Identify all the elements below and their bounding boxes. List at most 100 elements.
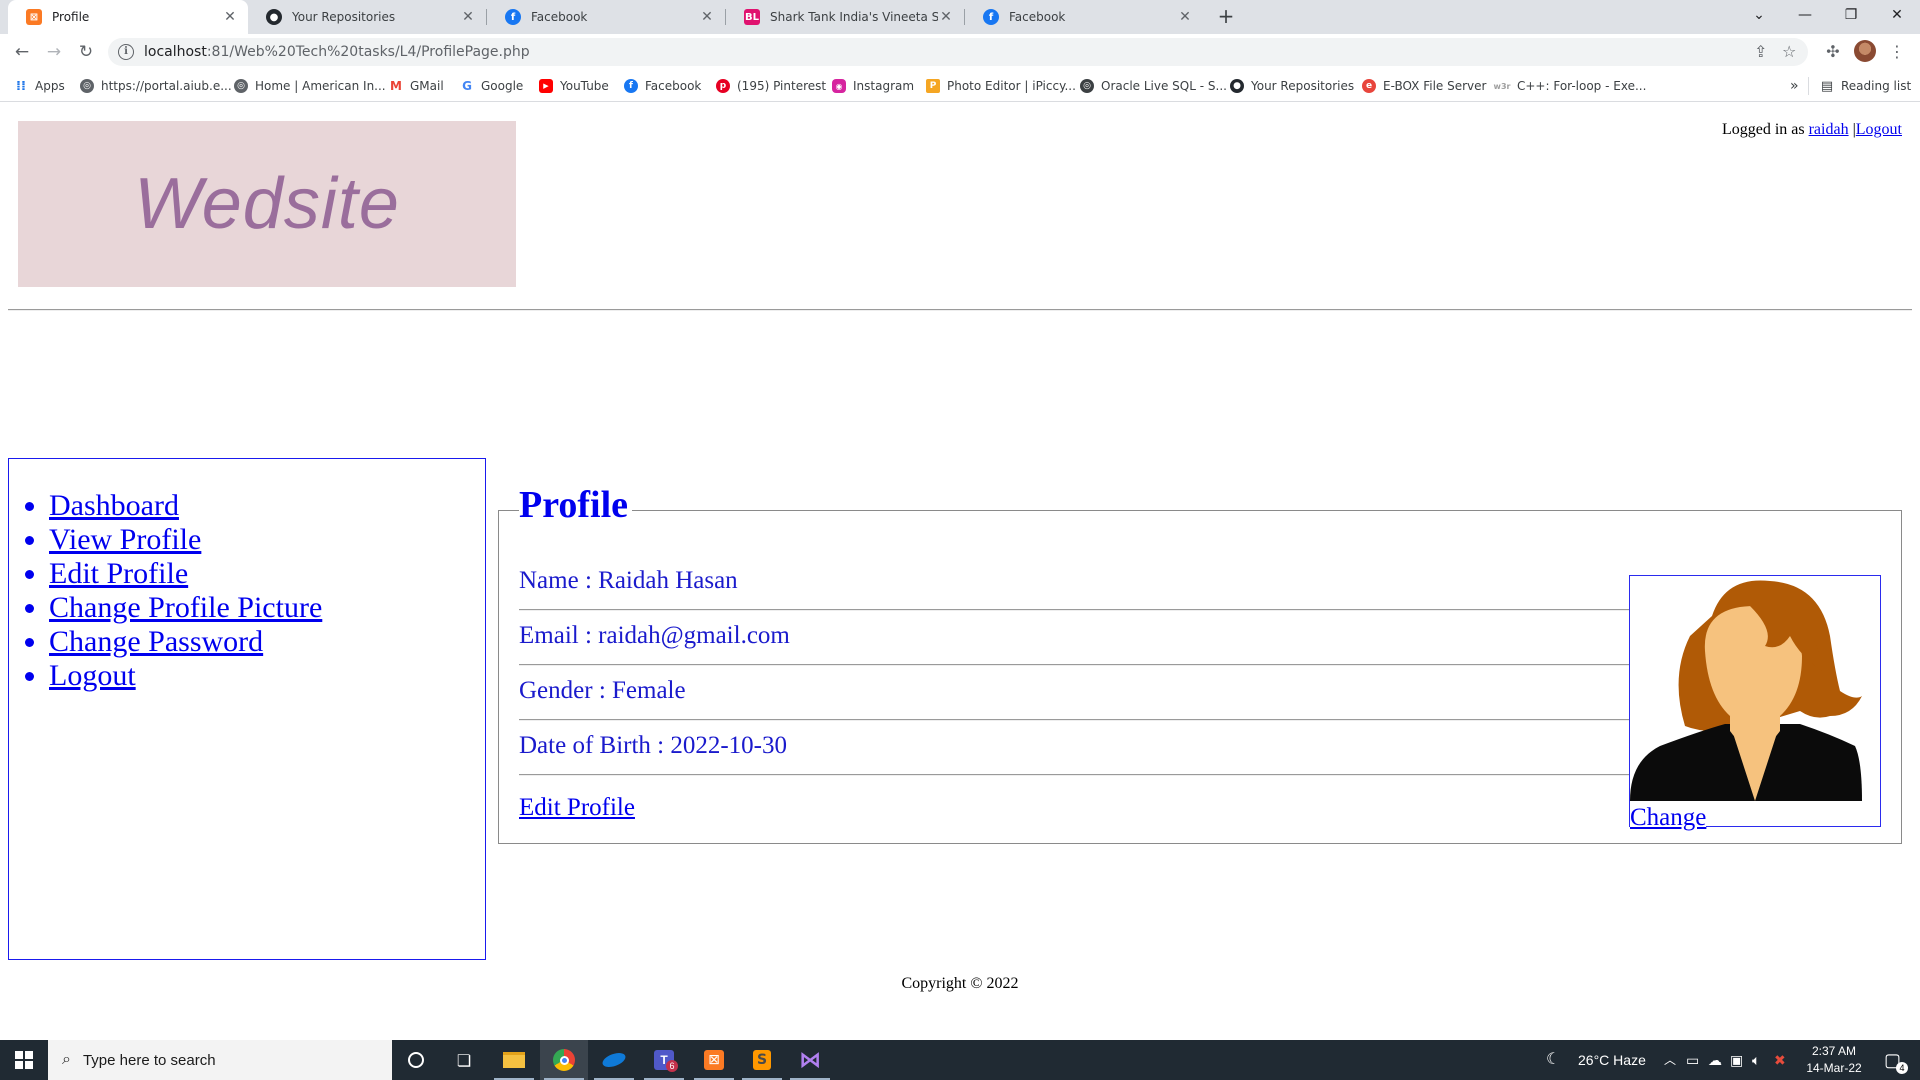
minimize-button[interactable]: —	[1782, 0, 1828, 34]
bookmark-apps[interactable]: ⁞⁞ Apps	[14, 77, 65, 95]
github-icon: ●	[1230, 79, 1244, 93]
bookmark-instagram[interactable]: ◉ Instagram	[832, 77, 914, 95]
volume-icon[interactable]: 🔈︎	[1752, 1040, 1760, 1080]
bookmark-ebox[interactable]: e E-BOX File Server	[1362, 77, 1486, 95]
bookmark-google[interactable]: G Google	[460, 77, 523, 95]
bookmark-label: Google	[481, 79, 524, 93]
tab-facebook-2[interactable]: f Facebook ✕	[965, 0, 1203, 34]
close-window-button[interactable]: ✕	[1874, 0, 1920, 34]
bookmark-youtube[interactable]: ▶ YouTube	[539, 77, 609, 95]
bookmark-ipiccy[interactable]: P Photo Editor | iPiccy...	[926, 77, 1076, 95]
tab-shark-tank[interactable]: BL Shark Tank India's Vineeta Singh ✕	[726, 0, 964, 34]
close-icon[interactable]: ✕	[222, 9, 238, 25]
bookmark-oracle-live-sql[interactable]: ◎ Oracle Live SQL - S...	[1080, 77, 1227, 95]
nav-item: Change Password	[49, 625, 485, 659]
login-status: Logged in as raidah |Logout	[1722, 121, 1902, 139]
notification-icon[interactable]: ▢	[1884, 1040, 1901, 1080]
clock-time: 2:37 AM	[1811, 1044, 1857, 1058]
bookmark-facebook[interactable]: f Facebook	[624, 77, 701, 95]
maximize-button[interactable]: ❐	[1828, 0, 1874, 34]
taskbar-search[interactable]: ⌕ Type here to search	[48, 1040, 392, 1080]
nav-change-password[interactable]: Change Password	[49, 625, 263, 658]
taskbar-clock[interactable]: 2:37 AM 14-Mar-22	[1792, 1043, 1876, 1077]
bookmark-portal-aiub[interactable]: ◎ https://portal.aiub.e...	[80, 77, 232, 95]
gmail-icon: M	[390, 79, 402, 93]
xampp-button[interactable]: ⊠	[690, 1040, 738, 1080]
extensions-puzzle-icon[interactable]: ✣	[1822, 41, 1844, 63]
profile-avatar[interactable]	[1854, 40, 1876, 62]
tab-title: Facebook	[1009, 10, 1066, 24]
task-view-button[interactable]: ❏	[440, 1040, 488, 1080]
bookmark-pinterest[interactable]: p (195) Pinterest	[716, 77, 826, 95]
site-info-icon[interactable]: i	[118, 44, 134, 60]
close-icon[interactable]: ✕	[699, 9, 715, 25]
visual-studio-button[interactable]: ⋈	[786, 1040, 834, 1080]
globe-icon: ◎	[234, 79, 248, 93]
file-explorer-button[interactable]	[490, 1040, 538, 1080]
bookmark-american-in[interactable]: ◎ Home | American In...	[234, 77, 386, 95]
tab-title: Profile	[52, 10, 90, 24]
bookmarks-overflow-button[interactable]: »	[1790, 77, 1799, 95]
back-button[interactable]: ←	[8, 39, 36, 65]
bookmarks-divider	[1808, 77, 1809, 95]
teams-button[interactable]: T 6	[640, 1040, 688, 1080]
tab-your-repositories[interactable]: ● Your Repositories ✕	[248, 0, 486, 34]
apps-grid-icon: ⁞⁞	[16, 78, 26, 94]
task-view-icon: ❏	[456, 1050, 472, 1070]
network-icon[interactable]: ▣	[1730, 1040, 1743, 1080]
nav-edit-profile[interactable]: Edit Profile	[49, 557, 188, 590]
reload-button[interactable]: ↻	[72, 39, 100, 65]
login-prefix: Logged in as	[1721, 121, 1809, 138]
url-path: :81/Web%20Tech%20tasks/L4/ProfilePage.ph…	[206, 44, 530, 60]
tab-profile[interactable]: ⊠ Profile ✕	[8, 0, 248, 34]
profile-fieldset: Profile Name : Raidah Hasan Email : raid…	[498, 483, 1902, 844]
chrome-button[interactable]	[540, 1040, 588, 1080]
security-icon[interactable]: ✖	[1774, 1040, 1786, 1080]
new-tab-button[interactable]: +	[1214, 5, 1238, 29]
start-button[interactable]	[0, 1040, 48, 1080]
app-blue-icon	[600, 1050, 628, 1070]
weather-status[interactable]: 26°C Haze	[1578, 1040, 1646, 1080]
bookmark-label: (195) Pinterest	[737, 79, 827, 93]
tab-title: Facebook	[531, 10, 588, 24]
bookmark-label: Home | American In...	[255, 79, 386, 93]
tab-title: Your Repositories	[292, 10, 396, 24]
bookmark-label: Photo Editor | iPiccy...	[947, 79, 1076, 93]
bookmark-star-icon[interactable]: ☆	[1782, 42, 1796, 61]
profile-avatar-image	[1630, 580, 1862, 801]
nav-dashboard[interactable]: Dashboard	[49, 489, 179, 522]
bookmark-your-repositories[interactable]: ● Your Repositories	[1230, 77, 1354, 95]
close-icon[interactable]: ✕	[938, 9, 954, 25]
forward-button[interactable]: →	[40, 39, 68, 65]
nav-change-profile-picture[interactable]: Change Profile Picture	[49, 591, 322, 624]
tab-facebook[interactable]: f Facebook ✕	[487, 0, 725, 34]
profile-picture-box: Change	[1629, 575, 1881, 832]
change-picture-link[interactable]: Change	[1630, 804, 1707, 832]
share-icon[interactable]: ⇪	[1754, 42, 1767, 61]
tab-title: Shark Tank India's Vineeta Singh	[770, 10, 938, 24]
bookmark-cpp-forloop[interactable]: w3r C++: For-loop - Exe...	[1494, 77, 1647, 95]
cortana-button[interactable]	[392, 1040, 440, 1080]
sublime-button[interactable]: S	[738, 1040, 786, 1080]
menu-kebab-icon[interactable]: ⋮	[1886, 41, 1908, 63]
bookmark-label: E-BOX File Server	[1383, 79, 1487, 93]
username-link[interactable]: raidah	[1809, 121, 1849, 138]
nav-item: Edit Profile	[49, 557, 485, 591]
sublime-text-icon: S	[753, 1050, 771, 1070]
nav-logout[interactable]: Logout	[49, 659, 136, 692]
logout-link[interactable]: Logout	[1856, 121, 1902, 138]
edge-app-button[interactable]	[590, 1040, 638, 1080]
row-divider	[519, 609, 1629, 611]
close-icon[interactable]: ✕	[460, 9, 476, 25]
device-icon[interactable]: ▭	[1686, 1040, 1699, 1080]
reading-list-button[interactable]: ▤ Reading list	[1820, 77, 1911, 95]
edit-profile-link[interactable]: Edit Profile	[519, 794, 635, 822]
bookmark-label: Your Repositories	[1251, 79, 1355, 93]
close-icon[interactable]: ✕	[1177, 9, 1193, 25]
onedrive-cloud-icon[interactable]: ☁	[1708, 1040, 1722, 1080]
bookmark-gmail[interactable]: M GMail	[389, 77, 444, 95]
tab-search-button[interactable]: ⌄	[1736, 0, 1782, 34]
nav-view-profile[interactable]: View Profile	[49, 523, 201, 556]
address-bar[interactable]: i localhost:81/Web%20Tech%20tasks/L4/Pro…	[108, 38, 1808, 66]
chevron-up-icon[interactable]: ︿	[1664, 1040, 1676, 1080]
